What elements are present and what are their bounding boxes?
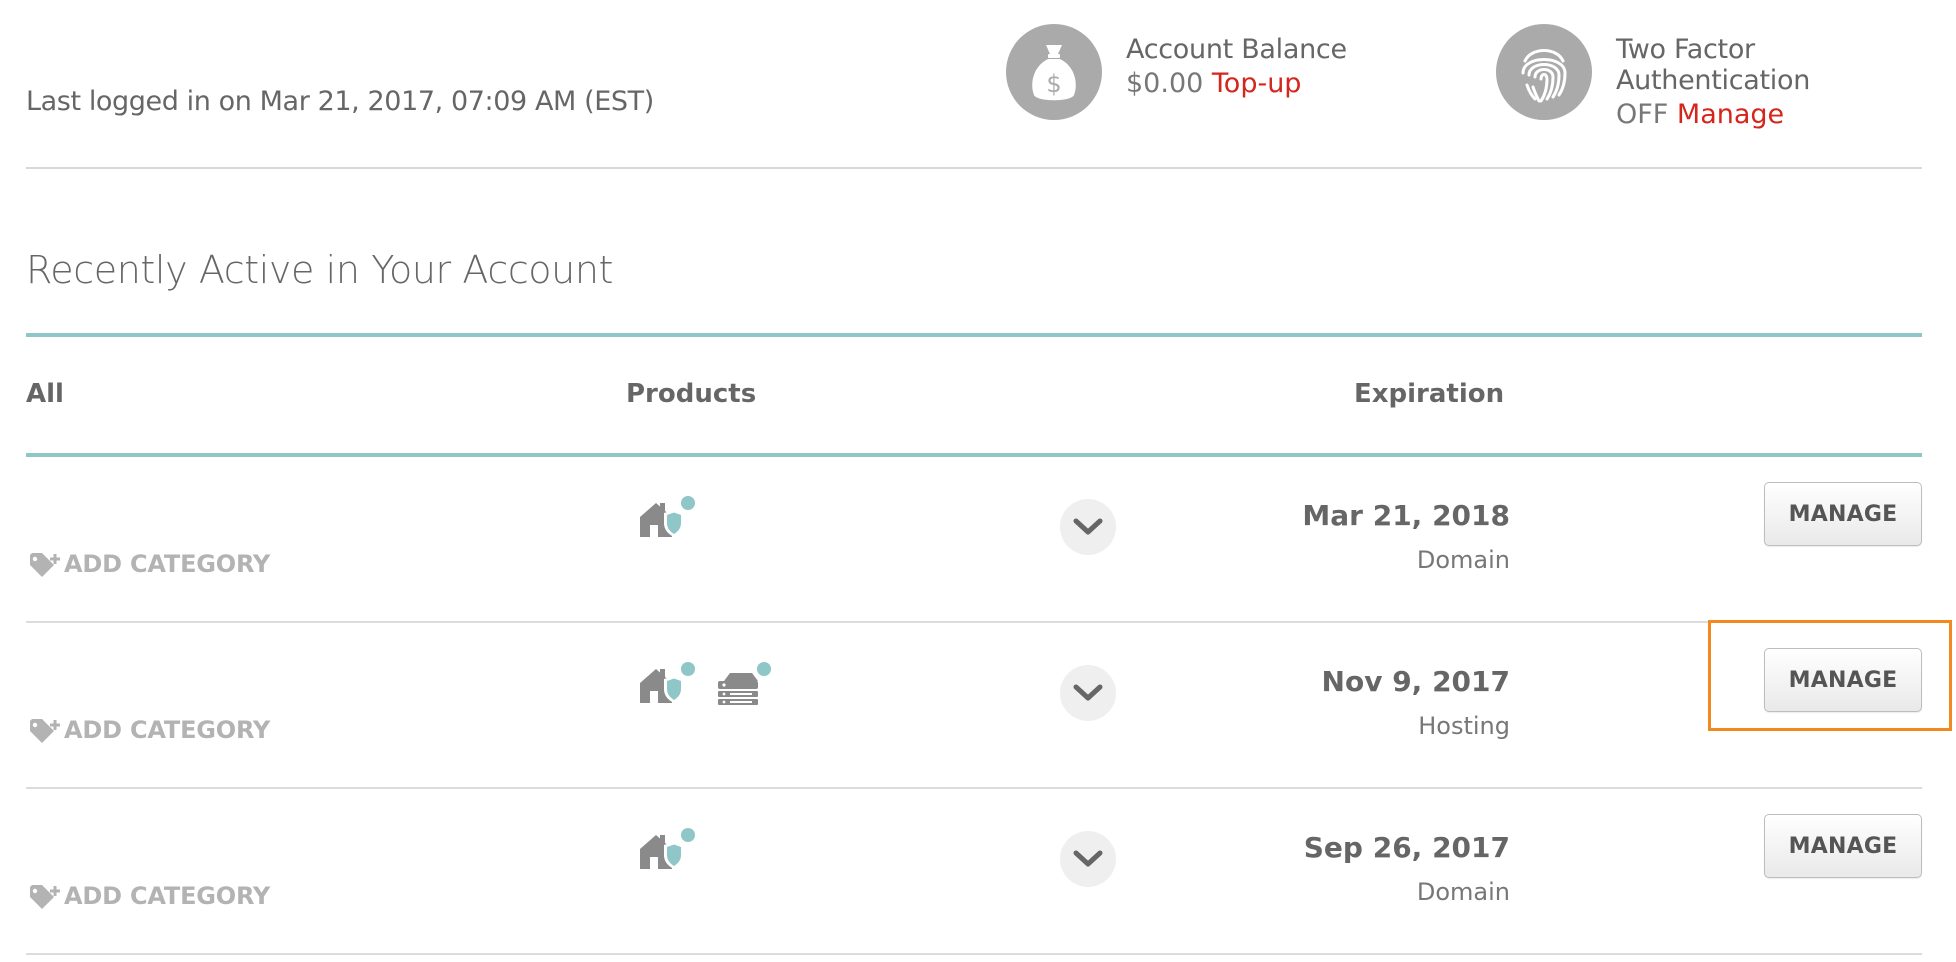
product-type: Domain <box>1416 878 1510 906</box>
expand-row-button[interactable] <box>1060 665 1116 721</box>
account-balance-title: Account Balance <box>1126 34 1347 65</box>
last-login-text: Last logged in on Mar 21, 2017, 07:09 AM… <box>26 86 654 117</box>
domain-icon <box>640 496 695 537</box>
table-row: ADD CATEGORY Mar 21, 2018 Domain MANAGE <box>26 457 1922 623</box>
fingerprint-icon <box>1496 24 1592 120</box>
highlight-box <box>1708 620 1952 731</box>
chevron-down-icon <box>1073 684 1103 701</box>
section-title: Recently Active in Your Account <box>26 248 614 292</box>
expand-row-button[interactable] <box>1060 831 1116 887</box>
header-divider <box>26 167 1922 169</box>
column-header-expiration: Expiration <box>1354 379 1505 409</box>
hosting-server-icon <box>718 662 771 705</box>
expand-row-button[interactable] <box>1060 499 1116 555</box>
add-category-button[interactable]: ADD CATEGORY <box>28 715 270 745</box>
two-factor-title-line1: Two Factor <box>1616 34 1755 65</box>
table-row: ADD CATEGORY Nov 9, 2017 Hosting MANAGE <box>26 623 1922 789</box>
tag-add-icon <box>30 885 60 909</box>
two-factor-title-line2: Authentication <box>1616 65 1811 96</box>
table-row: ADD CATEGORY Sep 26, 2017 Domain MANAGE <box>26 789 1922 955</box>
domain-icon <box>640 662 695 703</box>
expiration-date: Sep 26, 2017 <box>1303 831 1510 864</box>
tag-add-icon <box>30 719 60 743</box>
expiration-date: Mar 21, 2018 <box>1302 499 1510 532</box>
two-factor-widget: Two Factor Authentication OFF Manage <box>1496 24 1810 133</box>
svg-text:$: $ <box>1046 70 1061 98</box>
add-category-label: ADD CATEGORY <box>64 716 271 744</box>
filter-tab-all[interactable]: All <box>26 379 64 409</box>
money-bag-icon: $ <box>1006 24 1102 120</box>
chevron-down-icon <box>1073 518 1103 535</box>
dashboard-page: Last logged in on Mar 21, 2017, 07:09 AM… <box>0 0 1956 962</box>
product-type: Hosting <box>1418 712 1510 740</box>
manage-button[interactable]: MANAGE <box>1764 482 1922 546</box>
manage-button[interactable]: MANAGE <box>1764 814 1922 878</box>
add-category-button[interactable]: ADD CATEGORY <box>28 549 270 579</box>
domain-icon <box>640 828 695 869</box>
expiration-date: Nov 9, 2017 <box>1321 665 1510 698</box>
add-category-button[interactable]: ADD CATEGORY <box>28 881 270 911</box>
column-header-products: Products <box>626 379 757 409</box>
two-factor-status: OFF <box>1616 99 1669 130</box>
row-divider <box>26 953 1922 955</box>
two-factor-manage-link[interactable]: Manage <box>1677 99 1784 130</box>
account-balance-widget: $ Account Balance $0.00 Top-up <box>1006 24 1347 120</box>
product-type: Domain <box>1416 546 1510 574</box>
chevron-down-icon <box>1073 850 1103 867</box>
table-top-border <box>26 333 1922 337</box>
account-balance-value: $0.00 <box>1126 68 1204 99</box>
add-category-label: ADD CATEGORY <box>64 550 271 578</box>
top-up-link[interactable]: Top-up <box>1212 68 1302 99</box>
tag-add-icon <box>30 553 60 577</box>
add-category-label: ADD CATEGORY <box>64 882 271 910</box>
